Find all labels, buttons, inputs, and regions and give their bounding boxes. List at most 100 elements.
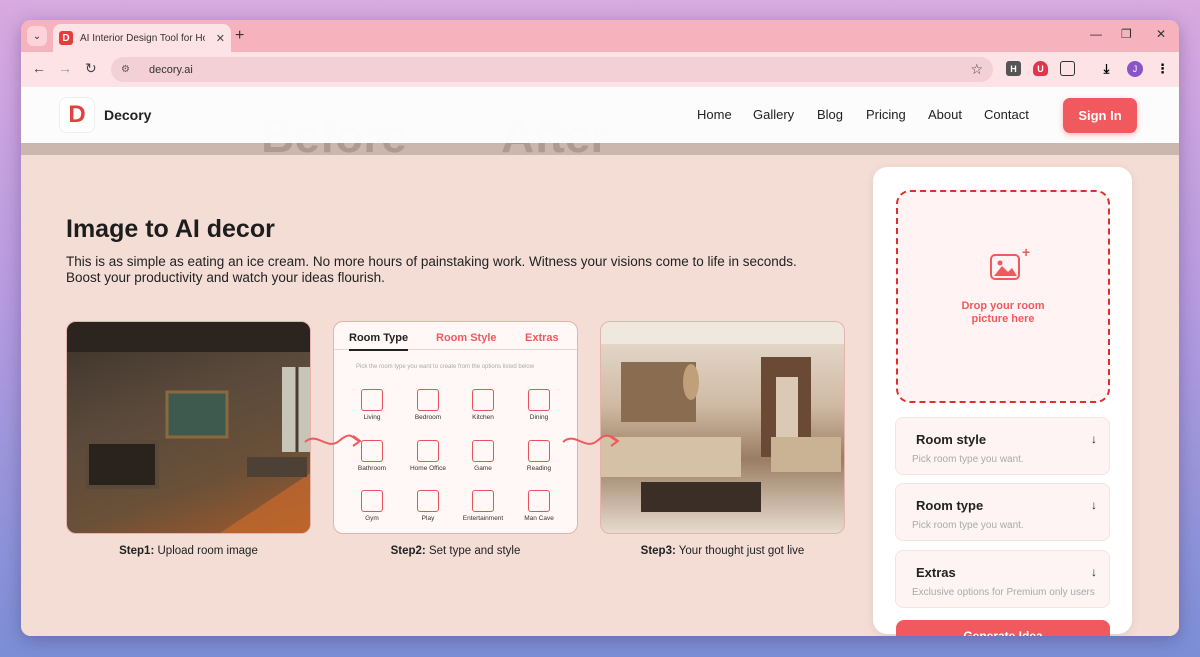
generate-button[interactable]: Generate Idea [896, 620, 1110, 636]
tab-search-icon[interactable]: ⌄ [27, 26, 47, 46]
select-placeholder: Exclusive options for Premium only users [912, 587, 1095, 598]
nav-contact[interactable]: Contact [984, 107, 1029, 122]
tab-title: AI Interior Design Tool for Hom [80, 32, 205, 44]
option-gym[interactable]: Gym [344, 490, 400, 522]
chevron-down-icon: ↓ [1091, 498, 1097, 512]
step-text: Upload room image [154, 545, 258, 557]
nav-pricing[interactable]: Pricing [866, 107, 906, 122]
chevron-down-icon: ↓ [1091, 432, 1097, 446]
select-title: Extras [916, 565, 956, 580]
select-placeholder: Pick room type you want. [912, 454, 1024, 465]
logo[interactable]: D [59, 97, 95, 133]
site-header: D Decory Home Gallery Blog Pricing About… [21, 87, 1179, 143]
dining-icon [528, 389, 550, 411]
option-dining[interactable]: Dining [511, 389, 567, 421]
option-play[interactable]: Play [400, 490, 456, 522]
sofa-icon [361, 389, 383, 411]
slide-icon [417, 490, 439, 512]
step-3-caption: Step3: Your thought just got live [600, 545, 845, 557]
arrow-icon [562, 434, 620, 447]
arrow-icon [304, 434, 362, 447]
bookshelf-icon [528, 440, 550, 462]
step-number: Step2: [390, 545, 426, 557]
option-label: Living [363, 414, 381, 421]
option-label: Dining [529, 414, 549, 421]
back-icon[interactable]: ← [32, 60, 46, 76]
site-info-icon[interactable]: ⚙ [121, 64, 137, 75]
profile-avatar[interactable]: J [1127, 61, 1143, 77]
nav-about[interactable]: About [928, 107, 962, 122]
step-2-caption: Step2: Set type and style [333, 545, 578, 557]
step-text: Your thought just got live [675, 545, 805, 557]
extras-select[interactable]: Extras Exclusive options for Premium onl… [895, 550, 1110, 608]
address-bar[interactable]: ⚙ decory.ai ☆ [111, 57, 993, 82]
select-title: Room type [916, 498, 984, 513]
select-placeholder: Pick room type you want. [912, 520, 1024, 531]
option-label: Home Office [409, 465, 446, 472]
step-text: Set type and style [425, 545, 521, 557]
bed-icon [417, 389, 439, 411]
room-type-select[interactable]: Room type Pick room type you want. ↓ [895, 483, 1110, 541]
bookmark-star-icon[interactable]: ☆ [970, 61, 983, 78]
option-label: Reading [526, 465, 552, 472]
option-man-cave[interactable]: Man Cave [511, 490, 567, 522]
drop-line-2: picture here [971, 313, 1035, 325]
tab-room-type[interactable]: Room Type [349, 332, 409, 351]
drop-line-1: Drop your room [961, 300, 1045, 312]
add-image-icon [990, 254, 1020, 280]
favicon-icon: D [59, 31, 73, 45]
shield-extension-icon[interactable]: U [1033, 61, 1048, 76]
option-reading[interactable]: Reading [511, 440, 567, 472]
option-label: Play [421, 515, 435, 522]
page-title: Image to AI decor [66, 215, 275, 243]
after-room-illustration [601, 322, 844, 512]
nav-blog[interactable]: Blog [817, 107, 843, 122]
option-home-office[interactable]: Home Office [400, 440, 456, 472]
window-close-icon[interactable]: ✕ [1156, 27, 1166, 41]
reload-icon[interactable]: ↻ [85, 60, 97, 77]
url-text: decory.ai [149, 63, 193, 76]
browser-tab[interactable]: D AI Interior Design Tool for Hom ✕ [53, 24, 231, 52]
option-entertainment[interactable]: Entertainment [455, 490, 511, 522]
tab-room-style[interactable]: Room Style [436, 332, 497, 344]
bathtub-icon [361, 440, 383, 462]
option-label: Gym [365, 515, 379, 522]
panel-tabs: Room Type Room Style Extras [334, 322, 577, 351]
room-options-panel: Room Type Room Style Extras Pick the roo… [333, 321, 578, 534]
chevron-down-icon: ↓ [1091, 565, 1097, 579]
image-drop-zone[interactable]: + Drop your room picture here [896, 190, 1110, 403]
sign-in-button[interactable]: Sign In [1063, 98, 1137, 133]
menu-kebab-icon[interactable]: ⋮ [1155, 61, 1170, 76]
desk-icon [417, 440, 439, 462]
option-label: Entertainment [462, 515, 504, 522]
extensions-puzzle-icon[interactable] [1060, 61, 1075, 76]
option-game[interactable]: Game [455, 440, 511, 472]
armchair-icon [528, 490, 550, 512]
restore-icon[interactable]: ❐ [1121, 27, 1132, 41]
option-living[interactable]: Living [344, 389, 400, 421]
room-style-select[interactable]: Room style Pick room type you want. ↓ [895, 417, 1110, 475]
nav-home[interactable]: Home [697, 107, 732, 122]
option-label: Bathroom [357, 465, 387, 472]
game-icon [472, 440, 494, 462]
page-description: This is as simple as eating an ice cream… [66, 254, 797, 285]
plus-icon: + [1022, 244, 1031, 260]
step-1-caption: Step1: Upload room image [66, 545, 311, 557]
option-label: Bedroom [414, 414, 442, 421]
option-bedroom[interactable]: Bedroom [400, 389, 456, 421]
new-tab-icon[interactable]: + [235, 27, 244, 45]
forward-icon[interactable]: → [58, 60, 72, 76]
brand-name[interactable]: Decory [104, 107, 151, 123]
extension-h-icon[interactable]: H [1006, 61, 1021, 76]
web-page: Before After D Decory Home Gallery Blog … [21, 87, 1179, 636]
close-icon[interactable]: ✕ [216, 32, 225, 45]
browser-window: ⌄ D AI Interior Design Tool for Hom ✕ + … [21, 20, 1179, 636]
select-title: Room style [916, 432, 987, 447]
option-kitchen[interactable]: Kitchen [455, 389, 511, 421]
nav-gallery[interactable]: Gallery [753, 107, 794, 122]
drop-instruction: Drop your room picture here [898, 300, 1108, 326]
tab-extras[interactable]: Extras [525, 332, 559, 344]
browser-toolbar: ← → ↻ ⚙ decory.ai ☆ H U ⤓ J ⋮ [21, 52, 1179, 87]
minimize-icon[interactable]: — [1090, 27, 1102, 41]
download-icon[interactable]: ⤓ [1099, 61, 1114, 76]
